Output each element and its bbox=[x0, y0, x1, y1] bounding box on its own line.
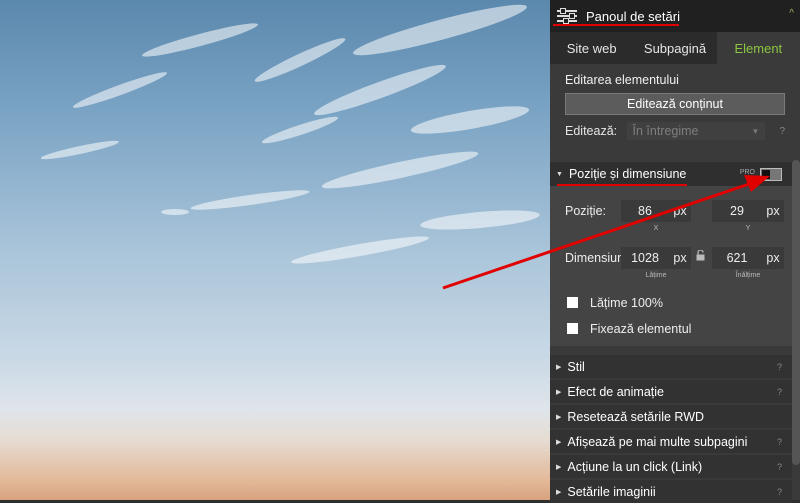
width-caption: Lățime bbox=[645, 272, 667, 279]
section-animation[interactable]: ▶ Efect de animație ? bbox=[550, 380, 792, 403]
pro-badge: PRO bbox=[739, 169, 755, 176]
section-title: Editarea elementului bbox=[565, 73, 679, 87]
expand-triangle-icon: ▶ bbox=[556, 388, 562, 396]
section-label: Afișează pe mai multe subpagini bbox=[567, 434, 748, 449]
edit-content-button[interactable]: Editează conținut bbox=[565, 93, 785, 115]
panel-title: Panoul de setări bbox=[586, 8, 680, 24]
help-icon[interactable]: ? bbox=[777, 487, 782, 497]
edit-label: Editează: bbox=[565, 124, 618, 138]
section-label: Stil bbox=[567, 359, 585, 374]
section-label: Resetează setările RWD bbox=[567, 409, 705, 424]
help-icon[interactable]: ? bbox=[777, 362, 782, 372]
section-label: Acțiune la un click (Link) bbox=[567, 459, 703, 474]
x-caption: X bbox=[653, 225, 659, 232]
unlock-icon[interactable] bbox=[696, 249, 705, 261]
width-input[interactable]: 1028 px bbox=[621, 247, 691, 269]
height-input[interactable]: 621 px bbox=[712, 247, 784, 269]
tab-site-web[interactable]: Site web bbox=[550, 32, 633, 64]
tab-subpage[interactable]: Subpagină bbox=[633, 32, 716, 64]
y-input[interactable]: 29 px bbox=[712, 200, 784, 222]
expand-triangle-icon: ▶ bbox=[556, 363, 562, 371]
settings-panel: Panoul de setări ^ Site web Subpagină El… bbox=[550, 0, 800, 503]
height-value: 621 bbox=[726, 251, 748, 265]
x-value: 86 bbox=[638, 204, 652, 218]
annotation-underline-title bbox=[553, 24, 679, 26]
width-value: 1028 bbox=[631, 251, 659, 265]
section-show-multiple-subpages[interactable]: ▶ Afișează pe mai multe subpagini ? bbox=[550, 430, 792, 453]
edit-mode-row: Editează: În întregime ▼ ? bbox=[565, 122, 785, 140]
expand-triangle-icon: ▶ bbox=[556, 463, 562, 471]
position-label: Poziție: bbox=[565, 204, 606, 218]
help-icon[interactable]: ? bbox=[777, 462, 782, 472]
x-unit: px bbox=[673, 204, 687, 218]
position-size-header[interactable]: ▼ Poziție și dimensiune PRO bbox=[550, 162, 792, 186]
panel-scrollbar[interactable] bbox=[792, 160, 800, 465]
section-label: Setările imaginii bbox=[567, 484, 656, 499]
expand-triangle-icon: ▶ bbox=[556, 413, 562, 421]
panel-header: Panoul de setări ^ bbox=[550, 0, 800, 32]
expand-triangle-icon: ▶ bbox=[556, 438, 562, 446]
width-unit: px bbox=[673, 251, 687, 265]
size-label: Dimensiune: bbox=[565, 251, 621, 265]
x-input[interactable]: 86 px bbox=[621, 200, 691, 222]
settings-sliders-icon[interactable] bbox=[557, 8, 577, 24]
pro-toggle[interactable] bbox=[760, 168, 782, 181]
sky-background-image[interactable] bbox=[0, 0, 550, 500]
y-caption: Y bbox=[745, 225, 751, 232]
section-label: Efect de animație bbox=[567, 384, 664, 399]
edit-mode-select[interactable]: În întregime ▼ bbox=[626, 122, 766, 140]
help-icon[interactable]: ? bbox=[777, 387, 782, 397]
dropdown-arrow-icon: ▼ bbox=[751, 126, 760, 136]
height-caption: Înălțime bbox=[735, 272, 761, 279]
position-size-group: ▼ Poziție și dimensiune PRO Poziție: 86 … bbox=[550, 162, 792, 346]
edit-mode-value: În întregime bbox=[632, 124, 699, 138]
position-size-title: Poziție și dimensiune bbox=[568, 167, 687, 181]
section-click-action[interactable]: ▶ Acțiune la un click (Link) ? bbox=[550, 455, 792, 478]
height-unit: px bbox=[766, 251, 780, 265]
fix-element-label: Fixează elementul bbox=[590, 322, 692, 336]
help-icon[interactable]: ? bbox=[777, 437, 782, 447]
y-unit: px bbox=[766, 204, 780, 218]
full-width-label: Lățime 100% bbox=[590, 296, 663, 310]
expand-triangle-icon: ▼ bbox=[556, 170, 563, 178]
cloud-texture bbox=[40, 4, 540, 264]
annotation-underline-position bbox=[557, 184, 687, 186]
section-reset-rwd[interactable]: ▶ Resetează setările RWD bbox=[550, 405, 792, 428]
y-value: 29 bbox=[730, 204, 744, 218]
position-size-body: Poziție: 86 px X 29 px Y Dimensiune: 102… bbox=[550, 186, 792, 346]
collapse-chevron-icon[interactable]: ^ bbox=[789, 8, 794, 19]
help-icon[interactable]: ? bbox=[779, 126, 785, 137]
full-width-checkbox[interactable] bbox=[567, 297, 578, 308]
expand-triangle-icon: ▶ bbox=[556, 488, 562, 496]
tab-element[interactable]: Element bbox=[716, 32, 800, 64]
panel-tabs: Site web Subpagină Element bbox=[550, 32, 800, 64]
section-style[interactable]: ▶ Stil ? bbox=[550, 355, 792, 378]
fix-element-checkbox[interactable] bbox=[567, 323, 578, 334]
